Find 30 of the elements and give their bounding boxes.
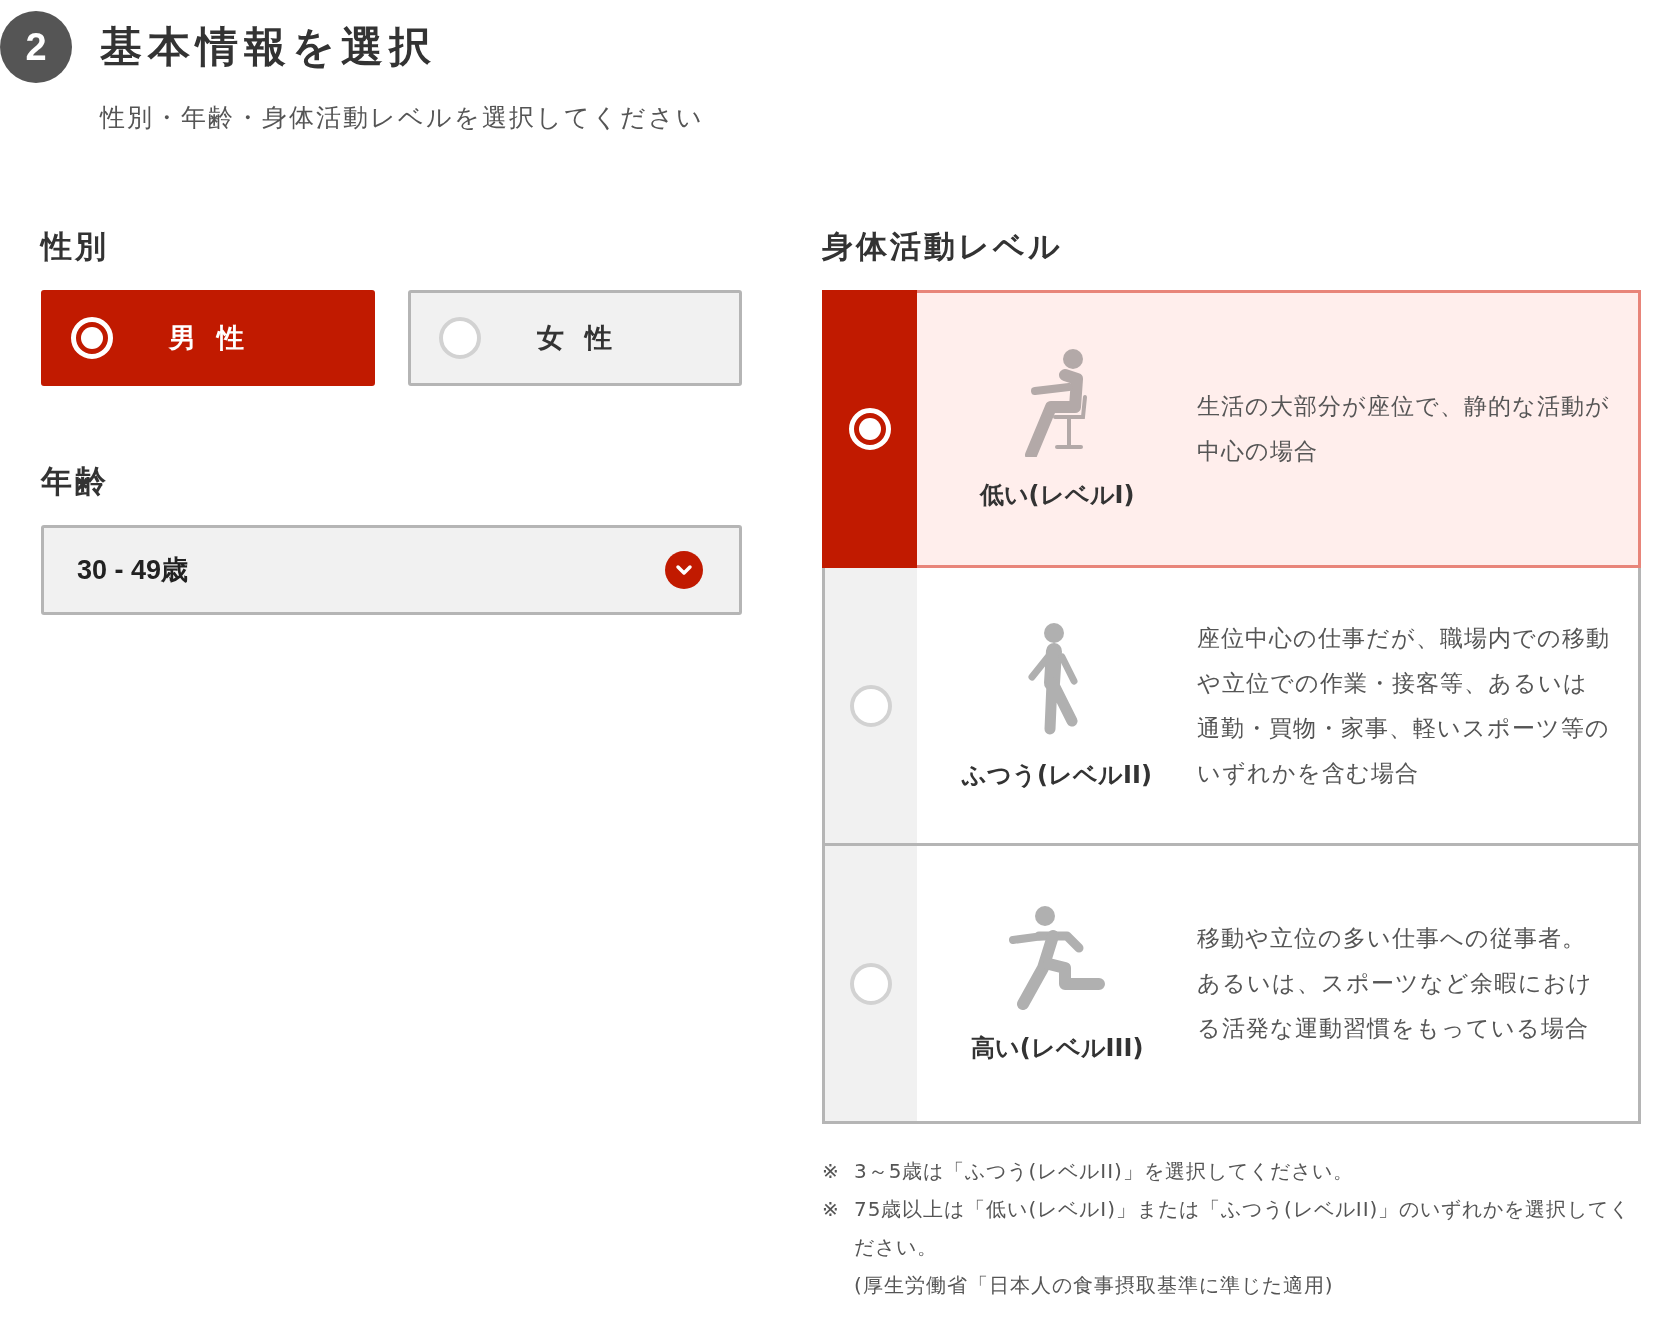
level-description: 生活の大部分が座位で、静的な活動が中心の場合: [1197, 392, 1611, 466]
activity-option[interactable]: ふつう(レベルII) 座位中心の仕事だが、職場内での移動や立位での作業・接客等、あるいは通勤・買物・家事、軽いスポーツ等のいずれかを含む場合: [822, 568, 1641, 846]
chevron-down-icon: [665, 551, 703, 589]
gender-option[interactable]: 女 性: [408, 290, 742, 386]
gender-label: 性別: [41, 227, 110, 266]
age-dropdown[interactable]: 30 - 49歳: [41, 525, 742, 615]
source-note: (厚生労働省「日本人の食事摂取基準に準じた適用): [854, 1272, 1335, 1299]
level-description: 座位中心の仕事だが、職場内での移動や立位での作業・接客等、あるいは通勤・買物・家事、軽いスポーツ等のいずれかを含む場合: [1197, 623, 1611, 788]
level-name: 高い(レベルIII): [970, 1032, 1144, 1064]
section-subtitle: 性別・年齢・身体活動レベルを選択してください: [100, 102, 705, 134]
note-mark: ※: [822, 1196, 841, 1223]
note-mark: ※: [822, 1158, 841, 1185]
age-label: 年齢: [41, 462, 110, 501]
activity-option[interactable]: 高い(レベルIII) 移動や立位の多い仕事への従事者。あるいは、スポーツなど余暇における活発な運動習慣をもっている場合: [822, 846, 1641, 1124]
level-description: 移動や立位の多い仕事への従事者。あるいは、スポーツなど余暇における活発な運動習慣をもっている場合: [1197, 924, 1594, 1043]
activity-label: 身体活動レベル: [822, 227, 1064, 266]
radio-icon: [850, 684, 892, 727]
running-figure-icon: [1009, 903, 1105, 1010]
radio-icon: [71, 317, 113, 359]
note-text: 75歳以上は「低い(レベルI)」または「ふつう(レベルII)」のいずれかを選択してください。: [854, 1196, 1632, 1261]
radio-icon: [439, 317, 481, 359]
activity-option[interactable]: 低い(レベルI) 生活の大部分が座位で、静的な活動が中心の場合: [822, 290, 1641, 568]
gender-option[interactable]: 男 性: [41, 290, 375, 386]
radio-icon: [848, 408, 891, 450]
step-number: 2: [0, 11, 72, 83]
note-text: 3～5歳は「ふつう(レベルII)」を選択してください。: [854, 1158, 1354, 1185]
level-name: 低い(レベルI): [979, 480, 1135, 511]
section-title: 基本情報を選択: [100, 21, 437, 73]
level-name: ふつう(レベルII): [962, 759, 1152, 791]
radio-icon: [850, 962, 892, 1005]
